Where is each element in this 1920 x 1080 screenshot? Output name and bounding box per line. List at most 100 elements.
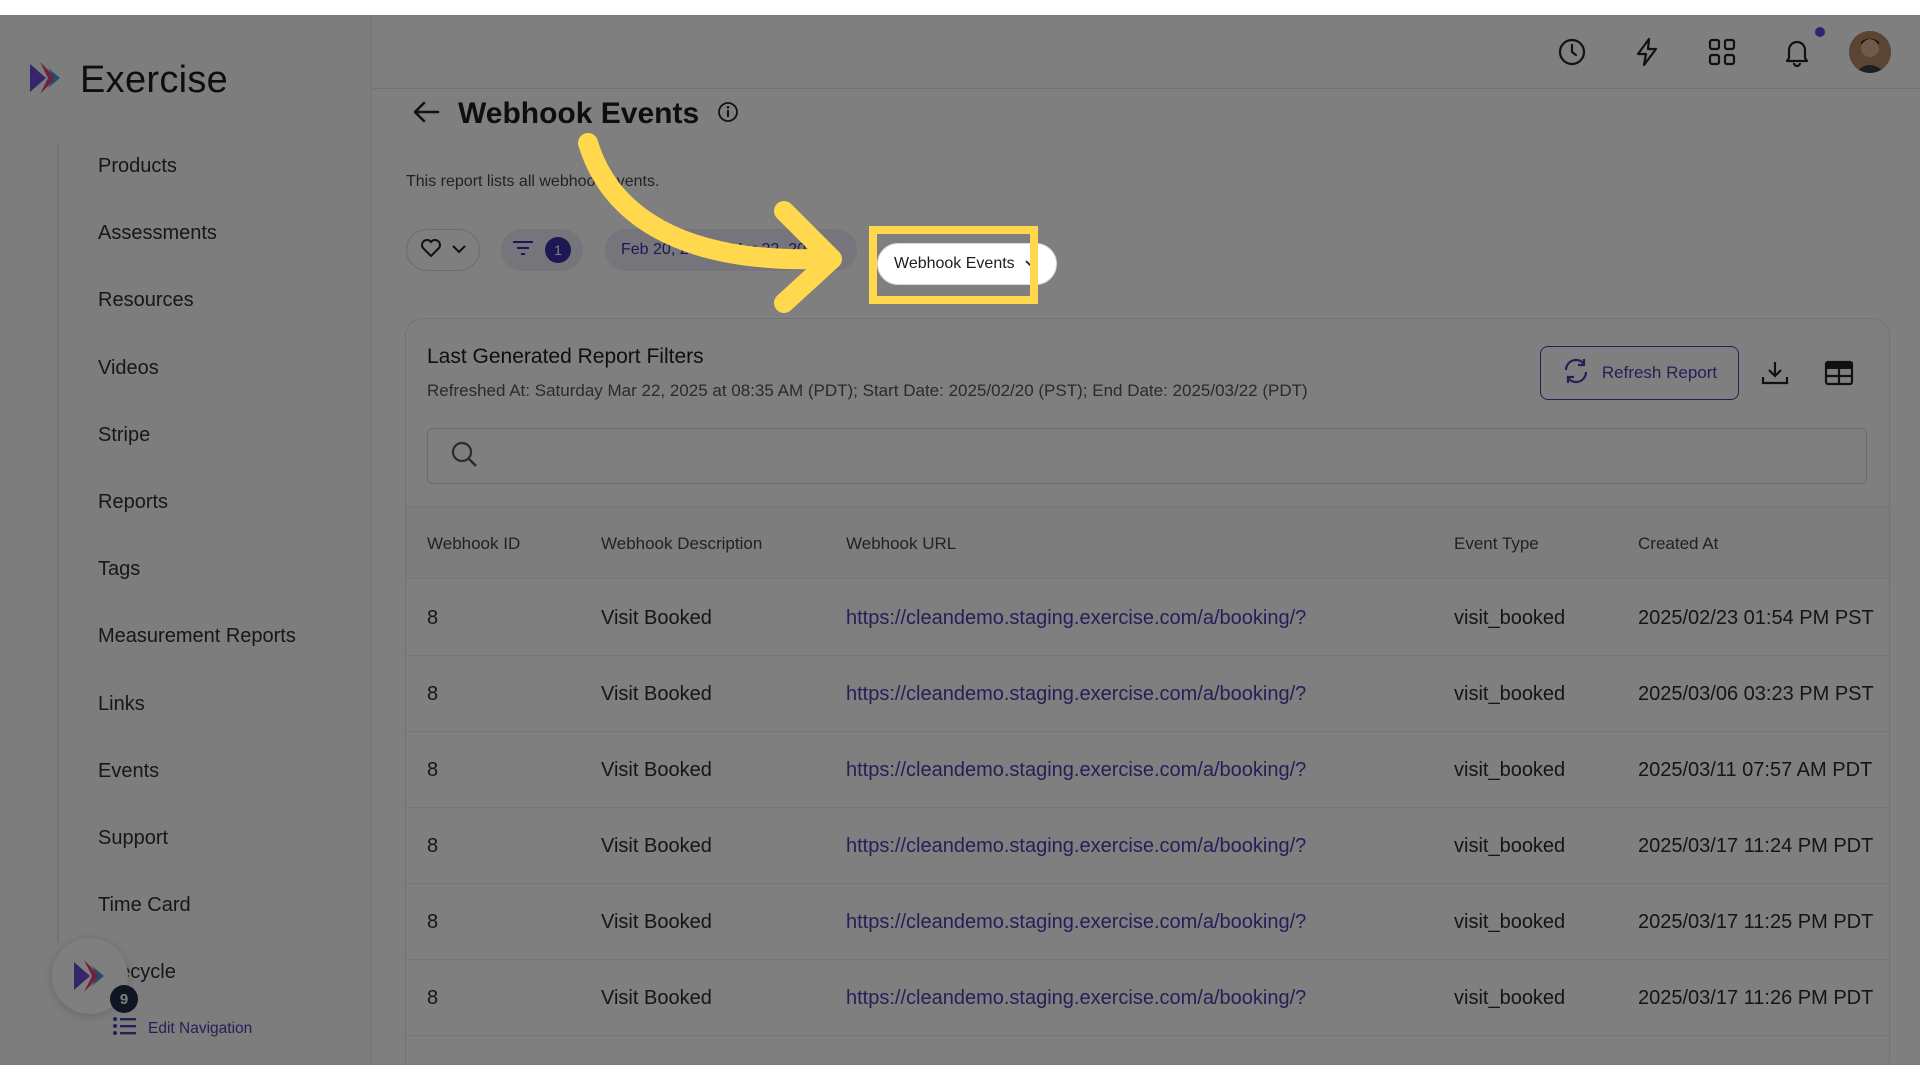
refresh-report-button[interactable]: Refresh Report [1540, 346, 1739, 400]
cell-webhook-id: 8 [427, 834, 439, 857]
brand-name: Exercise [80, 59, 229, 101]
refresh-report-label: Refresh Report [1601, 363, 1718, 382]
cell-webhook-description: Visit Completed [601, 1036, 741, 1066]
filter-icon [513, 240, 533, 261]
cell-webhook-url[interactable]: https://cleandemo.staging.exercise.com/a… [846, 884, 1306, 960]
notification-dot [1815, 27, 1825, 37]
date-range-label: Feb 20, 2025 - Mar 22, 2025 [621, 241, 824, 258]
back-arrow-icon[interactable] [412, 100, 440, 129]
refresh-icon [1562, 358, 1590, 389]
search-icon [450, 440, 478, 473]
sidebar-item-products[interactable]: Products [98, 133, 296, 200]
page-subtitle: This report lists all webhook events. [406, 173, 660, 190]
column-header-webhook-id[interactable]: Webhook ID [427, 507, 520, 580]
sidebar-item-tags[interactable]: Tags [98, 536, 296, 603]
columns-icon[interactable] [1820, 354, 1858, 392]
filter-count-badge: 1 [545, 237, 571, 263]
sidebar-item-stripe[interactable]: Stripe [98, 402, 296, 469]
sidebar: Exercise Products Assessments Resources … [0, 15, 372, 1065]
edit-navigation-label: Edit Navigation [148, 1019, 253, 1037]
cell-webhook-url[interactable]: https://cleandemo.staging.exercise.com/a… [846, 808, 1306, 884]
cell-webhook-description: Visit Booked [601, 682, 712, 705]
cell-webhook-id: 9 [427, 1036, 438, 1066]
table-row[interactable]: 8 Visit Booked https://cleandemo.staging.e… [406, 808, 1889, 884]
cell-event-type: visit_booked [1454, 606, 1566, 629]
brand[interactable]: Exercise [26, 58, 228, 103]
cell-event-type: visit_completed [1454, 1036, 1592, 1066]
table-row[interactable]: 8 Visit Booked https://cleandemo.staging.e… [406, 960, 1889, 1036]
page-title: Webhook Events [458, 97, 700, 130]
table-row[interactable]: 8 Visit Booked https://cleandemo.staging.e… [406, 656, 1889, 732]
column-header-event-type[interactable]: Event Type [1454, 507, 1539, 580]
sidebar-item-resources[interactable]: Resources [98, 267, 296, 334]
chevron-down-icon [452, 241, 466, 259]
table-row[interactable]: 8 Visit Booked https://cleandemo.staging.e… [406, 580, 1889, 656]
table-row[interactable]: 8 Visit Booked https://cleandemo.staging.e… [406, 732, 1889, 808]
cell-webhook-url[interactable]: https://cleandemo.staging.exercise.com/a… [846, 960, 1306, 1036]
sidebar-item-time-card[interactable]: Time Card [98, 872, 296, 939]
cell-webhook-url[interactable]: https://cleandemo.staging.exercise.com/d… [846, 1036, 1386, 1066]
report-type-select[interactable]: Webhook Events [877, 243, 1057, 285]
top-bar [373, 15, 1920, 89]
exercise-logo-icon [74, 960, 104, 992]
table-row[interactable]: 9 Visit Completed https://cleandemo.stagin… [406, 1036, 1889, 1066]
table-header: Webhook ID Webhook Description Webhook U… [406, 506, 1889, 580]
cell-event-type: visit_booked [1454, 986, 1566, 1009]
favorites-dropdown[interactable] [406, 229, 480, 271]
sidebar-item-support[interactable]: Support [98, 805, 296, 872]
edit-navigation-link[interactable]: Edit Navigation [112, 1015, 252, 1042]
cell-created-at: 2025/03/11 07:57 AM PDT [1638, 758, 1873, 781]
card-title: Last Generated Report Filters [427, 345, 704, 368]
cell-event-type: visit_booked [1454, 758, 1566, 781]
sidebar-item-reports[interactable]: Reports [98, 469, 296, 536]
cell-webhook-url[interactable]: https://cleandemo.staging.exercise.com/a… [846, 656, 1306, 732]
cell-webhook-description: Visit Booked [601, 758, 712, 781]
column-header-webhook-url[interactable]: Webhook URL [846, 507, 956, 580]
cell-created-at: 2025/03/06 03:23 PM PST [1638, 682, 1874, 705]
report-filter-summary: Refreshed At: Saturday Mar 22, 2025 at 0… [427, 381, 1308, 400]
cell-webhook-description: Visit Booked [601, 910, 712, 933]
date-range-picker[interactable]: Feb 20, 2025 - Mar 22, 2025 [605, 229, 857, 271]
apps-grid-icon[interactable] [1705, 35, 1739, 69]
cell-created-at: 2025/02/23 01:54 PM PST [1638, 606, 1874, 629]
list-icon [112, 1015, 136, 1042]
sidebar-item-events[interactable]: Events [98, 738, 296, 805]
sidebar-item-measurement-reports[interactable]: Measurement Reports [98, 603, 296, 670]
sidebar-item-videos[interactable]: Videos [98, 335, 296, 402]
page-header: Webhook Events [412, 97, 739, 131]
cell-created-at: 2025/03/17 11:24 PM PDT [1638, 834, 1874, 857]
filter-button[interactable]: 1 [501, 229, 583, 271]
cell-webhook-id: 8 [427, 910, 439, 933]
cell-event-type: visit_booked [1454, 834, 1566, 857]
column-header-webhook-description[interactable]: Webhook Description [601, 507, 762, 580]
cell-webhook-url[interactable]: https://cleandemo.staging.exercise.com/a… [846, 732, 1306, 808]
bell-icon[interactable] [1780, 35, 1814, 69]
search-input[interactable] [427, 428, 1867, 484]
clock-icon[interactable] [1555, 35, 1589, 69]
launcher-count-badge: 9 [110, 985, 138, 1013]
cell-created-at: 2025/03/17 11:26 PM PDT [1638, 986, 1874, 1009]
app-window: Exercise Products Assessments Resources … [0, 15, 1920, 1065]
tutorial-arrow-icon [578, 133, 842, 313]
cell-webhook-description: Visit Booked [601, 986, 712, 1009]
sidebar-item-assessments[interactable]: Assessments [98, 200, 296, 267]
cell-webhook-id: 8 [427, 606, 439, 629]
info-icon[interactable] [717, 101, 739, 128]
cell-webhook-url[interactable]: https://cleandemo.staging.exercise.com/a… [846, 580, 1306, 656]
avatar[interactable] [1849, 31, 1891, 73]
sidebar-item-links[interactable]: Links [98, 671, 296, 738]
table-row[interactable]: 8 Visit Booked https://cleandemo.staging.e… [406, 884, 1889, 960]
lightning-icon[interactable] [1630, 35, 1664, 69]
cell-event-type: visit_booked [1454, 682, 1566, 705]
cell-event-type: visit_booked [1454, 910, 1566, 933]
download-icon[interactable] [1756, 354, 1794, 392]
cell-webhook-id: 8 [427, 682, 439, 705]
heart-icon [420, 238, 442, 263]
exercise-logo-icon [26, 58, 66, 103]
cell-webhook-description: Visit Booked [601, 834, 712, 857]
nav-rail [57, 143, 59, 943]
column-header-created-at[interactable]: Created At [1638, 507, 1718, 580]
report-card: Last Generated Report Filters Refreshed … [405, 318, 1890, 1065]
cell-webhook-id: 8 [427, 986, 439, 1009]
cell-webhook-description: Visit Booked [601, 606, 712, 629]
